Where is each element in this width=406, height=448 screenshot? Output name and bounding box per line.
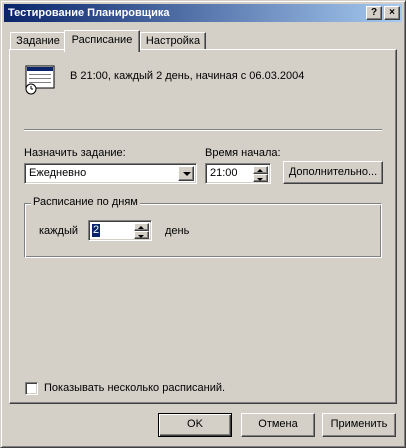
arrow-down-icon	[138, 235, 144, 238]
start-time-value: 21:00	[210, 167, 238, 179]
daily-schedule-legend: Расписание по дням	[31, 196, 140, 208]
ok-button[interactable]: OK	[158, 413, 232, 437]
time-spin-up-button[interactable]	[253, 166, 268, 174]
separator	[24, 129, 382, 131]
arrow-down-icon	[257, 178, 263, 181]
apply-button[interactable]: Применить	[322, 413, 396, 437]
multiple-schedules-checkbox[interactable]	[25, 382, 38, 395]
start-time-input[interactable]: 21:00	[205, 163, 271, 184]
assign-task-label: Назначить задание:	[24, 147, 126, 159]
days-spin-down-button[interactable]	[134, 231, 149, 239]
arrow-up-icon	[257, 169, 263, 172]
time-spin-down-button[interactable]	[253, 174, 268, 182]
cancel-button[interactable]: Отмена	[241, 413, 315, 437]
multiple-schedules-label[interactable]: Показывать несколько расписаний.	[44, 382, 225, 394]
day-unit-label: день	[165, 225, 190, 237]
days-spin-up-button[interactable]	[134, 223, 149, 231]
schedule-type-value: Ежедневно	[29, 167, 87, 179]
advanced-button[interactable]: Дополнительно...	[283, 161, 383, 184]
schedule-type-select[interactable]: Ежедневно	[24, 163, 197, 184]
arrow-up-icon	[138, 226, 144, 229]
every-days-input[interactable]: 2	[88, 220, 152, 241]
schedule-calendar-clock-icon	[25, 65, 55, 95]
schedule-summary: В 21:00, каждый 2 день, начиная с 06.03.…	[70, 70, 305, 82]
dropdown-arrow-button[interactable]	[178, 166, 194, 181]
every-days-value: 2	[92, 224, 101, 237]
every-label: каждый	[39, 225, 78, 237]
chevron-down-icon	[183, 172, 191, 176]
start-time-label: Время начала:	[205, 147, 281, 159]
